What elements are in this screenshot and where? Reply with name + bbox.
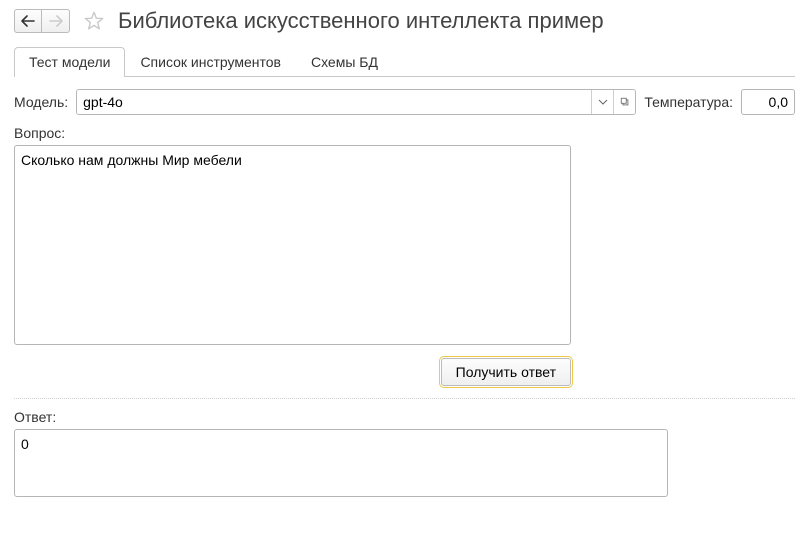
question-textarea[interactable] xyxy=(14,145,571,345)
arrow-left-icon xyxy=(21,15,35,27)
top-bar: Библиотека искусственного интеллекта при… xyxy=(0,0,809,38)
forward-button[interactable] xyxy=(42,9,70,33)
model-combo xyxy=(76,89,636,115)
answer-label: Ответ: xyxy=(14,409,795,425)
divider xyxy=(14,398,795,399)
model-label: Модель: xyxy=(14,94,68,110)
open-icon xyxy=(620,97,630,107)
page-title: Библиотека искусственного интеллекта при… xyxy=(118,8,604,34)
arrow-right-icon xyxy=(49,15,63,27)
model-input[interactable] xyxy=(77,90,591,114)
back-button[interactable] xyxy=(14,9,42,33)
star-icon xyxy=(83,10,105,32)
chevron-down-icon xyxy=(598,97,608,107)
form-area: Модель: Температура: Вопрос: Получить от… xyxy=(0,77,809,500)
nav-group xyxy=(14,9,70,33)
submit-button[interactable]: Получить ответ xyxy=(441,358,571,386)
tabs: Тест модели Список инструментов Схемы БД xyxy=(14,46,795,77)
question-label: Вопрос: xyxy=(14,125,795,141)
temperature-label: Температура: xyxy=(644,94,733,110)
model-dropdown-button[interactable] xyxy=(591,90,613,114)
answer-textarea[interactable] xyxy=(14,429,668,497)
tab-test-model[interactable]: Тест модели xyxy=(14,47,125,77)
model-open-button[interactable] xyxy=(613,90,635,114)
temperature-input[interactable] xyxy=(741,89,795,115)
favorite-button[interactable] xyxy=(82,9,106,33)
tab-db-schemas[interactable]: Схемы БД xyxy=(296,47,393,77)
tab-tools-list[interactable]: Список инструментов xyxy=(125,47,296,77)
